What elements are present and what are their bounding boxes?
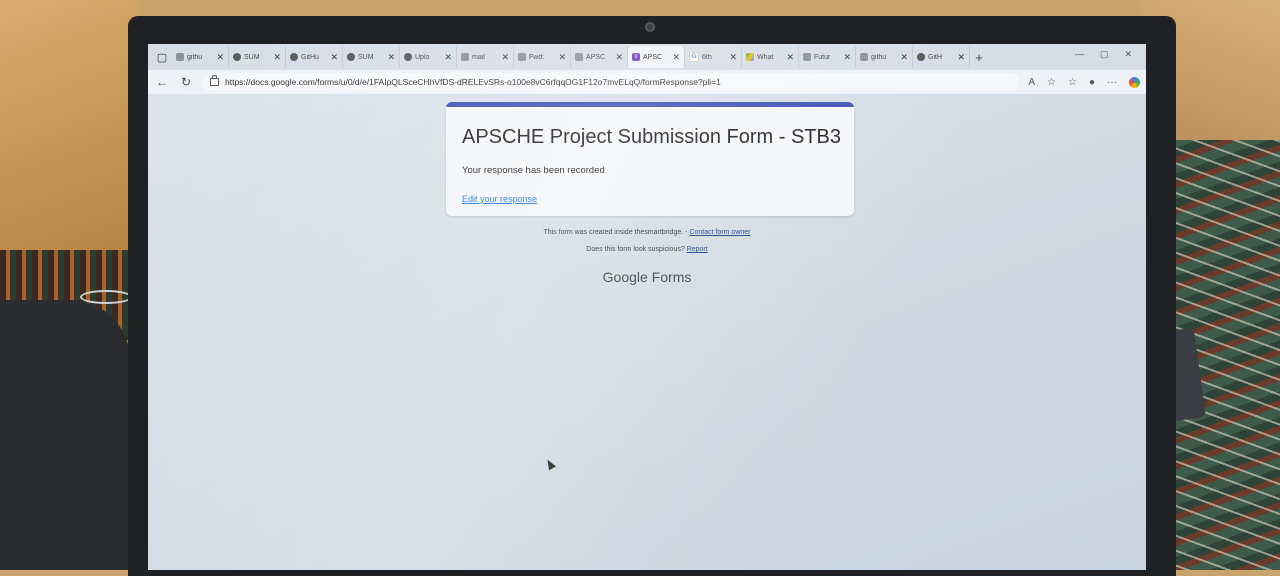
suspicious-text: Does this form look suspicious? [586,246,685,253]
tab-1[interactable]: SUM ✕ [229,46,286,68]
tab-label: 6th [702,53,712,61]
tab-label: githu [871,53,887,61]
tab-label: APSC [586,53,606,61]
toolbar-icons: A ☆ ☆ ● ··· [1028,76,1140,88]
tab-list: githu ✕ SUM ✕ GitHu ✕ SUM ✕ Uplo ✕ mail ✕ Fwd: ✕ APSC ✕… [172,46,970,68]
tab-5[interactable]: mail ✕ [457,46,514,68]
tab-actions-icon[interactable]: ▢ [152,47,172,67]
github-icon [347,53,355,61]
edit-response-link[interactable]: Edit your response [462,194,537,204]
github-icon [233,53,241,61]
new-tab-button[interactable]: + [970,50,988,65]
profile-icon[interactable]: ● [1089,77,1095,88]
confirmation-message: Your response has been recorded [462,165,605,176]
close-tab-icon[interactable]: ✕ [501,52,509,63]
suspicious-note: Does this form look suspicious? Report [148,246,1146,253]
tab-0[interactable]: githu ✕ [172,46,229,68]
close-tab-icon[interactable]: ✕ [729,52,737,63]
background-wall [0,0,140,250]
close-tab-icon[interactable]: ✕ [444,52,452,63]
close-tab-icon[interactable]: ✕ [843,52,851,63]
tab-strip: ▢ githu ✕ SUM ✕ GitHu ✕ SUM ✕ Uplo ✕ mail ✕ Fwd: ✕ APS… [148,44,1146,70]
tab-4[interactable]: Uplo ✕ [400,46,457,68]
tab-9[interactable]: G 6th ✕ [685,46,742,68]
tab-6[interactable]: Fwd: ✕ [514,46,571,68]
github-icon [290,53,298,61]
close-tab-icon[interactable]: ✕ [786,52,794,63]
tab-10[interactable]: What ✕ [742,46,799,68]
form-title: APSCHE Project Submission Form - STB3 [462,126,841,148]
tab-11[interactable]: Futur ✕ [799,46,856,68]
form-created-note: This form was created inside thesmartbri… [148,229,1146,236]
google-icon: G [689,52,699,62]
generic-favicon [176,53,184,61]
close-tab-icon[interactable]: ✕ [615,52,623,63]
generic-favicon [518,53,526,61]
tab-label: APSC [643,53,663,61]
brand-forms: Forms [651,269,692,285]
close-tab-icon[interactable]: ✕ [558,52,566,63]
tab-12[interactable]: githu ✕ [856,46,913,68]
card-accent-bar [446,102,854,107]
generic-favicon [803,53,811,61]
tab-label: Futur [814,53,831,61]
contact-owner-link[interactable]: Contact form owner [689,229,750,236]
close-tab-icon[interactable]: ✕ [273,52,281,63]
address-bar[interactable]: https://docs.google.com/forms/u/0/d/e/1F… [202,73,1021,91]
tab-label: What [757,53,774,61]
maximize-icon[interactable]: ▢ [1100,49,1109,60]
bracelet [80,290,132,304]
close-window-icon[interactable]: ✕ [1124,49,1132,60]
tab-label: Fwd: [529,53,545,61]
github-icon [917,53,925,61]
close-tab-icon[interactable]: ✕ [957,52,965,63]
tab-label: SUM [244,53,260,61]
back-icon[interactable]: ← [154,75,170,89]
favorites-icon[interactable]: ☆ [1068,77,1077,88]
tab-label: Uplo [415,53,430,61]
webcam [645,22,655,32]
report-link[interactable]: Report [687,246,708,253]
tab-label: SUM [358,53,374,61]
tab-13[interactable]: GitH ✕ [913,46,970,68]
tab-label: GitH [928,53,942,61]
google-forms-logo[interactable]: Google Forms [148,269,1146,285]
minimize-icon[interactable]: — [1075,49,1084,60]
reload-icon[interactable]: ↻ [178,75,194,89]
tab-2[interactable]: GitHu ✕ [286,46,343,68]
generic-favicon [461,53,469,61]
close-tab-icon[interactable]: ✕ [387,52,395,63]
tab-8[interactable]: ≡ APSC ✕ [628,46,685,68]
more-icon[interactable]: ··· [1107,77,1117,88]
copilot-icon[interactable] [1129,76,1140,88]
person-arm [0,300,130,570]
mouse-cursor [544,457,556,471]
window-controls: — ▢ ✕ [1075,49,1132,60]
brand-google: Google [602,269,648,285]
lock-icon[interactable] [210,75,219,86]
drive-icon [746,53,754,61]
tab-3[interactable]: SUM ✕ [343,46,400,68]
tab-label: mail [472,53,485,61]
close-tab-icon[interactable]: ✕ [900,52,908,63]
tab-7[interactable]: APSC ✕ [571,46,628,68]
address-bar-row: ← ↻ https://docs.google.com/forms/u/0/d/… [148,70,1146,94]
generic-favicon [575,53,583,61]
tab-label: GitHu [301,53,319,61]
tab-label: githu [187,53,203,61]
favorite-star-icon[interactable]: ☆ [1047,77,1056,88]
forms-icon: ≡ [632,53,640,61]
created-text: This form was created inside thesmartbri… [543,229,688,236]
close-tab-icon[interactable]: ✕ [216,52,224,63]
github-icon [404,53,412,61]
response-card: APSCHE Project Submission Form - STB3 Yo… [446,102,854,216]
generic-favicon [860,53,868,61]
url-text: https://docs.google.com/forms/u/0/d/e/1F… [225,77,721,87]
close-tab-icon[interactable]: ✕ [672,52,680,63]
read-aloud-icon[interactable]: A [1028,77,1035,88]
page-content: APSCHE Project Submission Form - STB3 Yo… [148,94,1146,570]
laptop-screen: ▢ githu ✕ SUM ✕ GitHu ✕ SUM ✕ Uplo ✕ mail ✕ Fwd: ✕ APS… [148,44,1146,570]
close-tab-icon[interactable]: ✕ [330,52,338,63]
